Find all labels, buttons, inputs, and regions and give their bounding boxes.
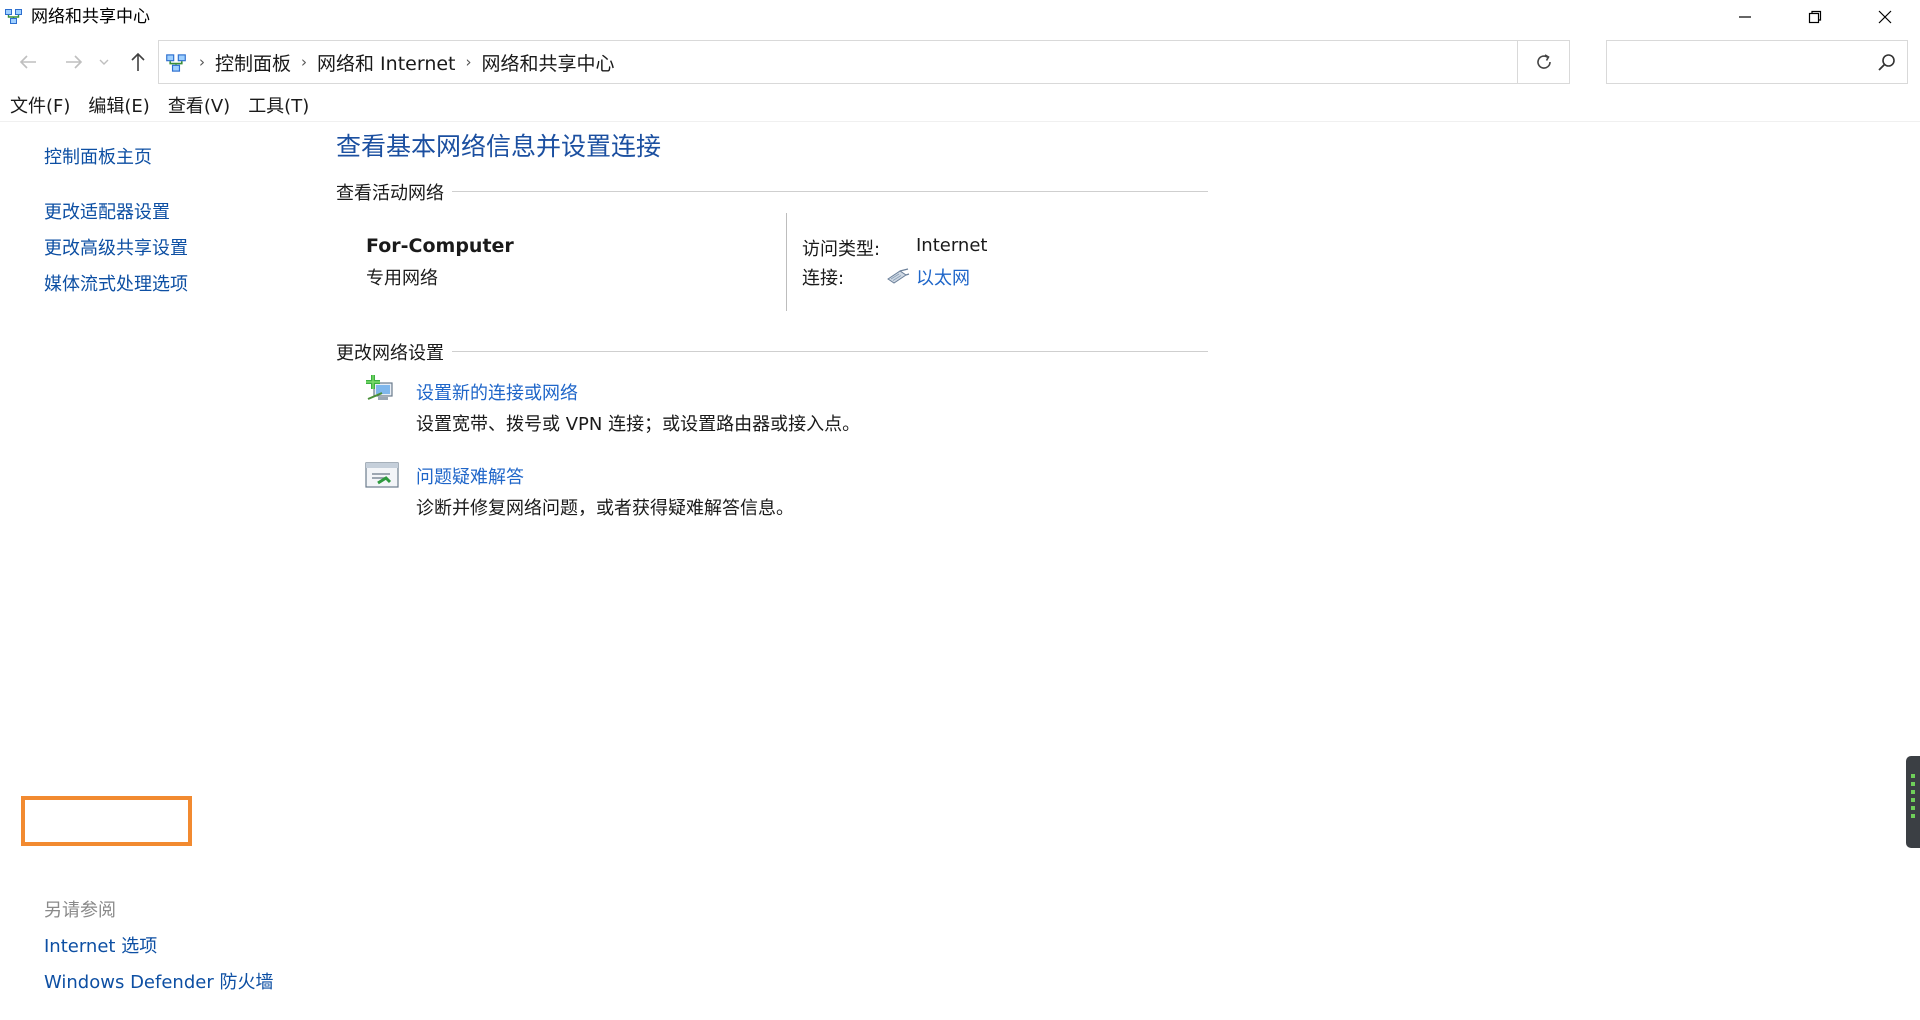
network-center-icon [166,54,186,72]
page-title: 查看基本网络信息并设置连接 [336,132,662,161]
vertical-divider [786,213,787,311]
ethernet-icon [887,268,910,284]
side-dock-handle[interactable] [1906,756,1920,848]
network-name: For-Computer [366,235,514,257]
menu-view[interactable]: 查看(V) [158,94,238,121]
forward-button[interactable] [60,48,88,76]
level-bar [1911,790,1915,794]
active-networks-heading: 查看活动网络 [336,183,444,204]
setup-connection-description: 设置宽带、拨号或 VPN 连接；或设置路由器或接入点。 [416,414,861,435]
chevron-right-icon[interactable]: › [462,53,476,71]
restore-button[interactable] [1780,0,1850,34]
sidebar-item-media-streaming[interactable]: 媒体流式处理选项 [44,270,188,296]
internet-options-link[interactable]: Internet 选项 [44,932,157,958]
title-bar: 网络和共享中心 [0,0,1920,34]
minimize-icon [1739,16,1751,18]
recent-locations-button[interactable] [96,48,112,76]
search-icon[interactable] [1877,52,1897,72]
refresh-button[interactable] [1518,40,1570,84]
access-type-value: Internet [916,235,988,256]
refresh-icon [1536,54,1551,69]
setup-connection-link[interactable]: 设置新的连接或网络 [416,379,578,405]
sidebar-item-control-panel-home[interactable]: 控制面板主页 [44,143,152,169]
access-type-label: 访问类型: [802,239,881,260]
breadcrumb-network-sharing-center[interactable]: 网络和共享中心 [476,49,621,76]
address-bar[interactable]: › 控制面板 › 网络和 Internet › 网络和共享中心 [158,40,1670,84]
highlight-box [21,796,192,846]
window-title: 网络和共享中心 [31,7,150,27]
connection-label: 连接: [802,268,845,289]
chevron-down-icon [99,59,109,65]
sidebar-item-advanced-sharing[interactable]: 更改高级共享设置 [44,234,188,260]
menu-file[interactable]: 文件(F) [0,94,78,121]
chevron-right-icon[interactable]: › [297,53,311,71]
change-settings-heading: 更改网络设置 [336,343,444,364]
troubleshoot-icon[interactable] [364,457,400,493]
new-connection-icon[interactable] [364,373,400,409]
arrow-right-icon [66,55,83,69]
arrow-left-icon [19,55,36,69]
chevron-right-icon[interactable]: › [195,53,209,71]
breadcrumb: › 控制面板 › 网络和 Internet › 网络和共享中心 [195,41,621,83]
section-divider [452,191,1208,192]
ethernet-link[interactable]: 以太网 [916,264,970,290]
arrow-up-icon [131,52,145,71]
level-bar [1911,774,1915,778]
see-also-heading: 另请参阅 [44,900,116,921]
navigation-bar: › 控制面板 › 网络和 Internet › 网络和共享中心 [0,38,1920,86]
close-icon [1878,10,1892,24]
level-bar [1911,798,1915,802]
menu-bar: 文件(F) 编辑(E) 查看(V) 工具(T) [0,94,1920,122]
network-center-icon [5,9,22,24]
section-divider [452,351,1208,352]
menu-tools[interactable]: 工具(T) [238,94,317,121]
breadcrumb-control-panel[interactable]: 控制面板 [209,49,297,76]
windows-defender-firewall-link[interactable]: Windows Defender 防火墙 [44,968,273,994]
level-bar [1911,782,1915,786]
sidebar-item-adapter-settings[interactable]: 更改适配器设置 [44,198,170,224]
search-box[interactable] [1606,40,1908,84]
main-content: 查看基本网络信息并设置连接 查看活动网络 For-Computer 专用网络 访… [320,123,1920,1020]
up-button[interactable] [124,48,152,76]
level-bar [1911,814,1915,818]
level-bar [1911,806,1915,810]
back-button[interactable] [14,48,42,76]
minimize-button[interactable] [1710,0,1780,34]
troubleshoot-link[interactable]: 问题疑难解答 [416,463,524,489]
network-type: 专用网络 [366,268,438,289]
breadcrumb-network-internet[interactable]: 网络和 Internet [311,49,461,76]
menu-edit[interactable]: 编辑(E) [78,94,157,121]
troubleshoot-description: 诊断并修复网络问题，或者获得疑难解答信息。 [416,498,794,519]
restore-icon [1808,10,1822,24]
search-input[interactable] [1615,49,1865,75]
close-button[interactable] [1850,0,1920,34]
sidebar: 控制面板主页 更改适配器设置 更改高级共享设置 媒体流式处理选项 另请参阅 In… [0,123,320,1020]
